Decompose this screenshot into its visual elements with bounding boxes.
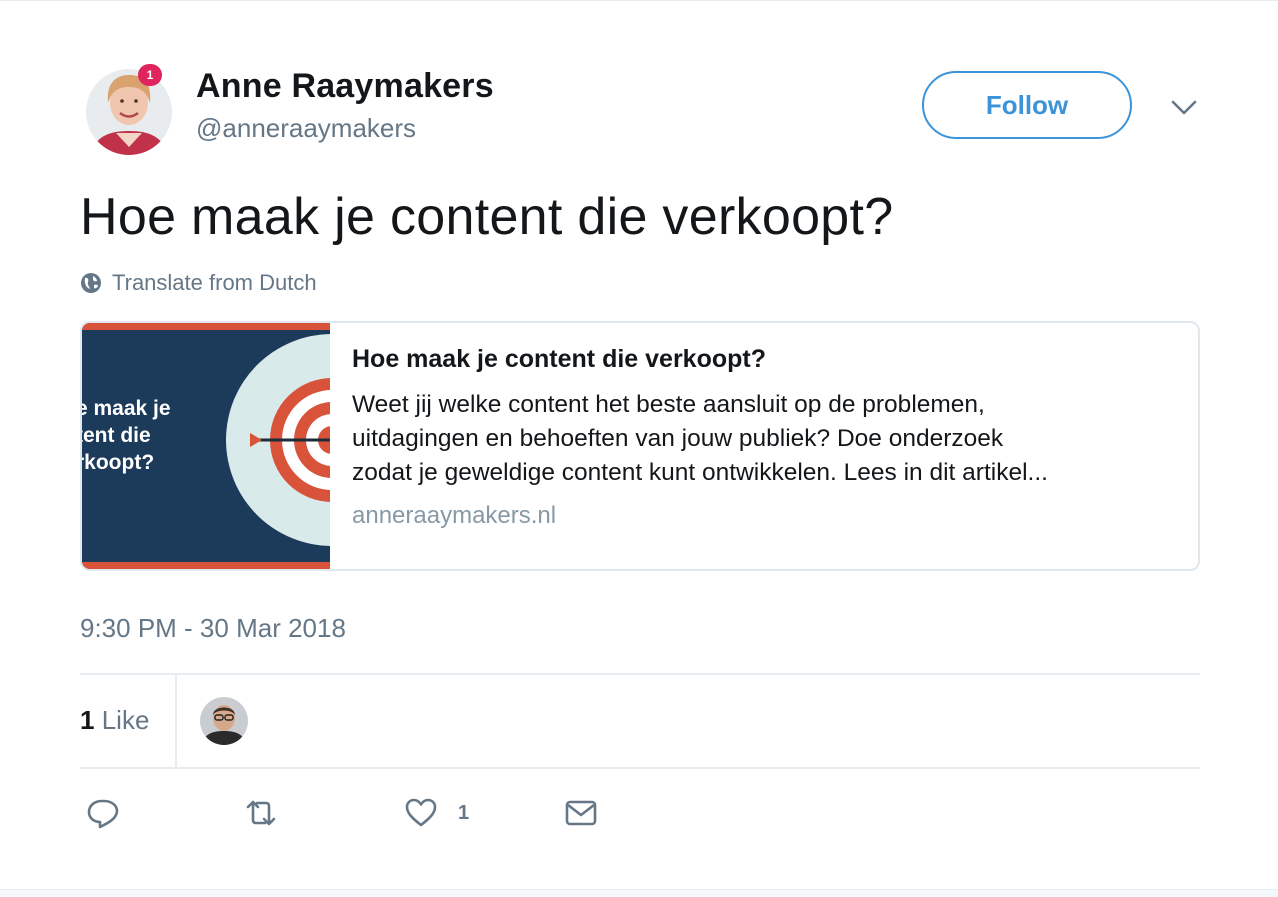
follow-button[interactable]: Follow — [922, 71, 1132, 139]
link-card[interactable]: e maak je tent die rkoopt? Hoe maak je c… — [80, 321, 1200, 571]
notification-badge: 1 — [138, 64, 162, 86]
retweet-icon — [246, 800, 276, 826]
tweet-timestamp[interactable]: 9:30 PM - 30 Mar 2018 — [80, 613, 346, 644]
display-name[interactable]: Anne Raaymakers — [196, 67, 494, 106]
globe-icon — [81, 273, 101, 293]
card-body: Hoe maak je content die verkoopt? Weet j… — [352, 345, 1182, 530]
card-image-text-1: e maak je — [82, 397, 171, 420]
user-handle[interactable]: @anneraaymakers — [196, 113, 416, 144]
like-button[interactable]: 1 — [404, 795, 469, 831]
chevron-down-icon[interactable] — [1170, 93, 1198, 121]
tweet-text: Hoe maak je content die verkoopt? — [80, 188, 894, 246]
direct-message-button[interactable] — [564, 795, 598, 831]
envelope-icon — [565, 800, 597, 826]
card-description-line: uitdagingen en behoeften van jouw publie… — [352, 425, 1004, 452]
card-description-line: zodat je geweldige content kunt ontwikke… — [352, 459, 1048, 486]
liker-avatar[interactable] — [200, 697, 248, 745]
tweet-container: 1 Anne Raaymakers @anneraaymakers Follow… — [0, 0, 1278, 897]
stats-separator — [175, 675, 177, 767]
like-action-count: 1 — [458, 801, 470, 824]
reply-icon — [87, 799, 119, 829]
likes-stat[interactable]: 1 Like — [80, 705, 149, 736]
card-title: Hoe maak je content die verkoopt? — [352, 345, 766, 373]
divider — [80, 767, 1200, 769]
card-description: Weet jij welke content het beste aanslui… — [352, 388, 1182, 490]
card-description-line: Weet jij welke content het beste aanslui… — [352, 391, 985, 418]
card-thumbnail: e maak je tent die rkoopt? — [82, 323, 330, 569]
heart-icon — [405, 798, 437, 827]
card-image-text-3: rkoopt? — [82, 451, 154, 474]
card-domain: anneraaymakers.nl — [352, 502, 557, 529]
retweet-button[interactable] — [244, 795, 278, 831]
translate-link[interactable]: Translate from Dutch — [80, 269, 317, 297]
translate-label: Translate from Dutch — [112, 270, 317, 295]
likes-label: Like — [101, 705, 150, 735]
card-image-text-2: tent die — [82, 424, 151, 447]
likes-count: 1 — [80, 705, 95, 735]
reply-button[interactable] — [86, 795, 120, 831]
divider — [80, 673, 1200, 675]
